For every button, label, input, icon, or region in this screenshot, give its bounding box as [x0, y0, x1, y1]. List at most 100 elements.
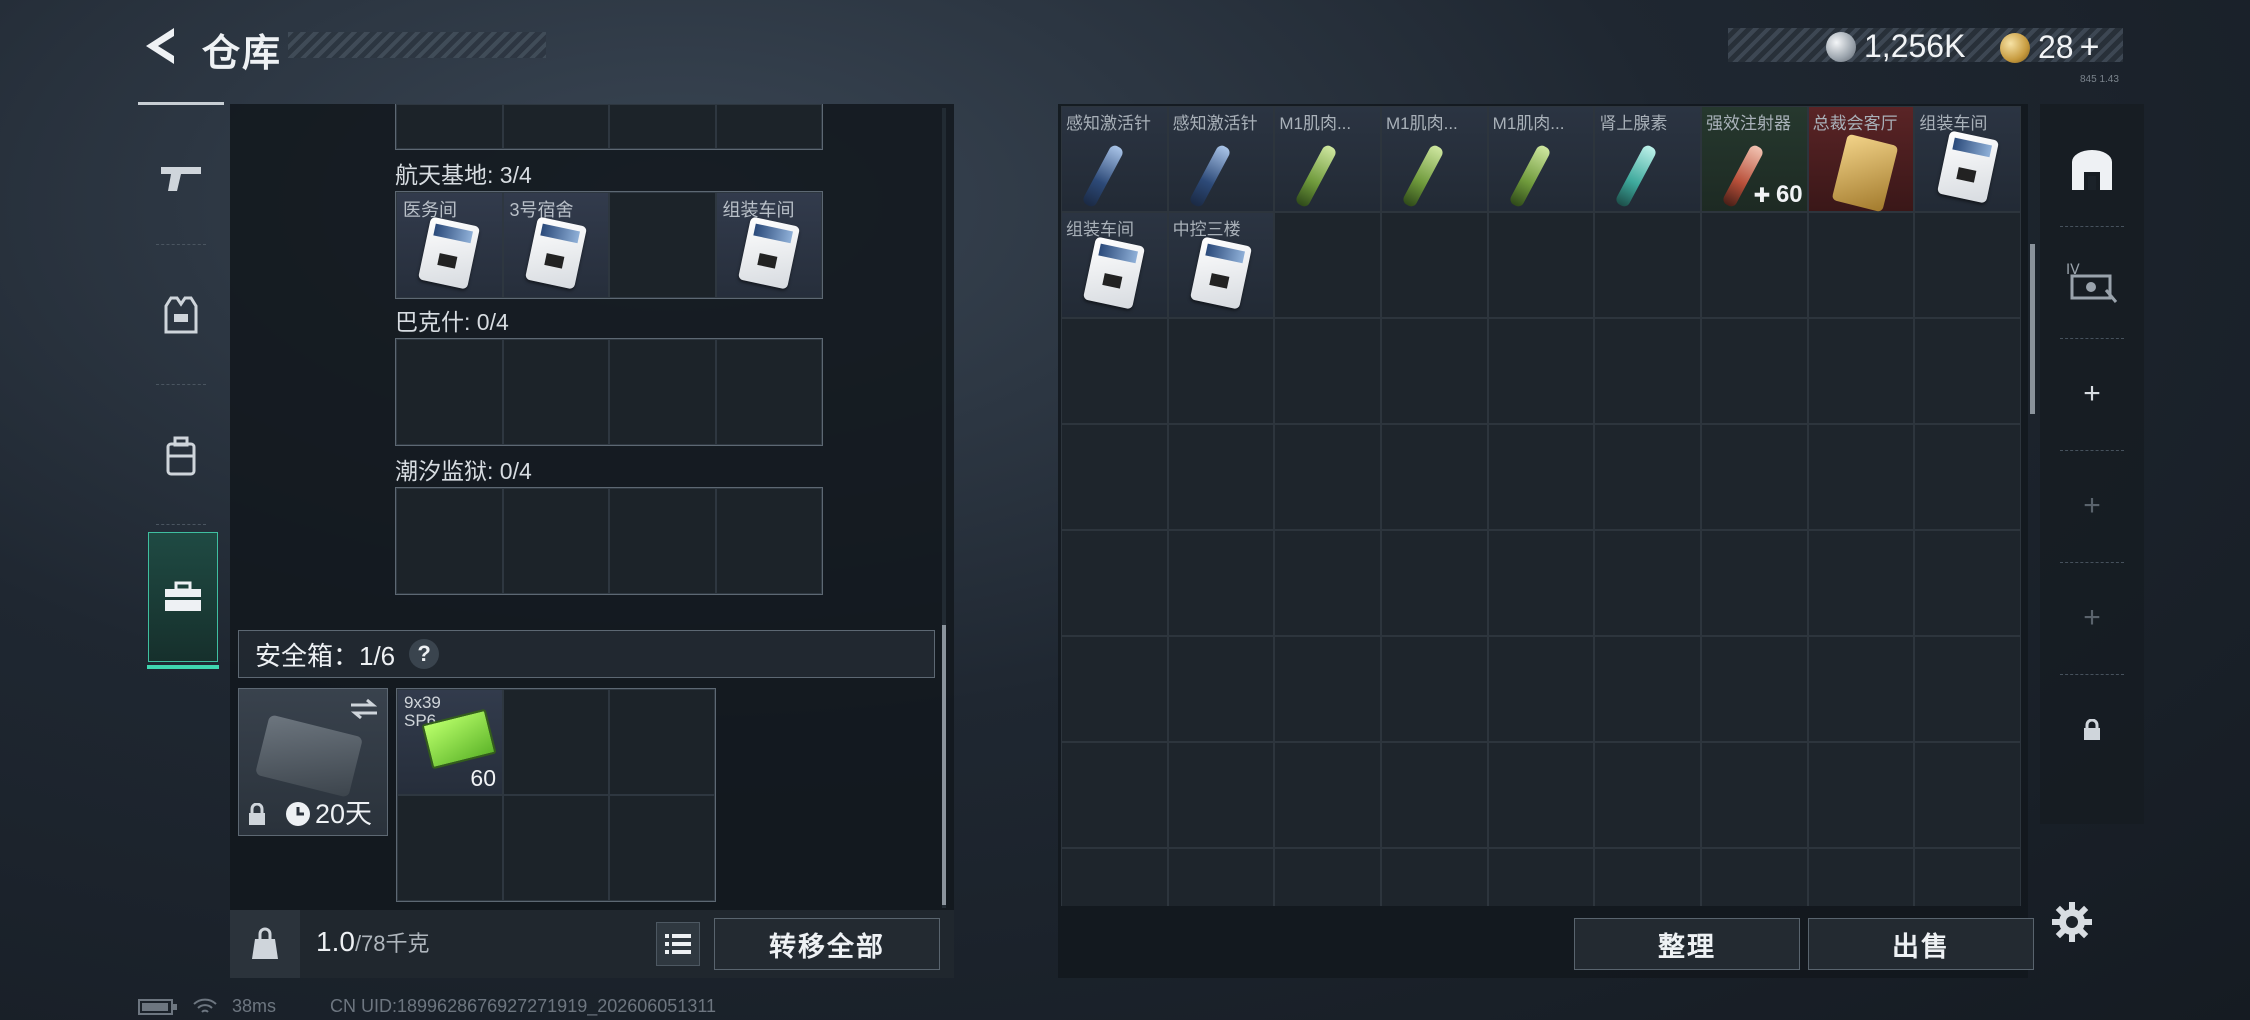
currency-gold[interactable]: 28 +: [2000, 28, 2099, 67]
stash-slot[interactable]: [1914, 742, 2021, 848]
stash-slot[interactable]: [1487, 424, 1595, 530]
key-slot[interactable]: [502, 339, 609, 445]
arrange-button[interactable]: 整理: [1574, 918, 1800, 970]
stash-item[interactable]: 组装车间: [1914, 106, 2021, 212]
stash-slot[interactable]: [1487, 530, 1595, 636]
stash-slot[interactable]: [1487, 212, 1595, 318]
key-slot[interactable]: [609, 104, 716, 149]
stash-item[interactable]: M1肌肉...: [1487, 106, 1595, 212]
stash-slot[interactable]: [1380, 530, 1488, 636]
key-slot[interactable]: [715, 488, 822, 594]
stash-slot[interactable]: [1594, 212, 1701, 318]
key-slot[interactable]: 3号宿舍: [502, 192, 609, 298]
help-icon[interactable]: ?: [409, 639, 440, 669]
stash-slot[interactable]: [1807, 318, 1915, 424]
safebox-slot[interactable]: [397, 795, 503, 901]
key-slot[interactable]: [396, 488, 503, 594]
stash-slot[interactable]: [1061, 636, 1168, 742]
stash-slot[interactable]: [1914, 530, 2021, 636]
stash-item[interactable]: 总裁会客厅: [1807, 106, 1915, 213]
stash-slot[interactable]: [1061, 530, 1168, 636]
stash-slot[interactable]: [1700, 636, 1808, 742]
weight-lock-button[interactable]: [230, 910, 300, 978]
safebox-slot[interactable]: [609, 689, 715, 795]
safebox-slot[interactable]: [503, 689, 609, 795]
stash-slot[interactable]: [1274, 318, 1381, 424]
tab-toolbox[interactable]: [147, 532, 219, 669]
stash-slot[interactable]: [1274, 212, 1381, 318]
stash-item[interactable]: 感知激活针: [1167, 106, 1275, 212]
stash-slot[interactable]: [1380, 742, 1488, 848]
stash-slot[interactable]: [1061, 318, 1168, 424]
stash-slot[interactable]: [1594, 424, 1701, 530]
stash-slot[interactable]: [1380, 636, 1488, 742]
stash-slot[interactable]: [1061, 848, 1168, 906]
stash-slot[interactable]: [1914, 424, 2021, 530]
stash-slot[interactable]: [1700, 848, 1808, 906]
transfer-all-button[interactable]: 转移全部: [714, 918, 940, 970]
stash-item[interactable]: 组装车间: [1061, 212, 1168, 318]
stash-slot[interactable]: [1700, 530, 1808, 636]
stash-slot[interactable]: [1487, 318, 1595, 424]
stash-slot[interactable]: [1594, 848, 1701, 906]
stash-slot[interactable]: [1807, 636, 1915, 742]
stash-slot[interactable]: [1274, 424, 1381, 530]
stash-slot[interactable]: [1594, 636, 1701, 742]
left-scroll-thumb[interactable]: [942, 625, 946, 905]
swap-icon[interactable]: [349, 697, 379, 721]
safebox-slot[interactable]: [609, 795, 715, 901]
key-slot[interactable]: [396, 339, 503, 445]
settings-gear-icon[interactable]: [2050, 900, 2094, 944]
stash-scroll-thumb[interactable]: [2030, 244, 2035, 414]
stash-item[interactable]: M1肌肉...: [1274, 106, 1381, 212]
stash-slot[interactable]: [1167, 424, 1275, 530]
stash-slot[interactable]: [1807, 424, 1915, 530]
stash-item[interactable]: 肾上腺素: [1594, 106, 1701, 212]
stash-slot[interactable]: [1380, 212, 1488, 318]
stash-slot[interactable]: [1807, 530, 1915, 636]
stash-slot[interactable]: [1594, 742, 1701, 848]
add-stash-page-button[interactable]: +: [2040, 338, 2144, 450]
stash-slot[interactable]: [1167, 530, 1275, 636]
stash-slot[interactable]: [1914, 212, 2021, 318]
key-slot[interactable]: [609, 488, 716, 594]
stash-slot[interactable]: [1274, 742, 1381, 848]
key-slot[interactable]: [396, 104, 503, 149]
stash-item[interactable]: M1肌肉...: [1380, 106, 1488, 212]
stash-item[interactable]: 中控三楼: [1167, 212, 1275, 318]
stash-slot[interactable]: [1487, 742, 1595, 848]
stash-slot[interactable]: [1167, 318, 1275, 424]
stash-slot[interactable]: [1807, 742, 1915, 848]
ammo-slot[interactable]: 9x39 SP6 60: [397, 689, 503, 795]
stash-slot[interactable]: [1914, 848, 2021, 906]
stash-slot[interactable]: [1594, 530, 1701, 636]
stash-slot[interactable]: [1487, 848, 1595, 906]
stash-slot[interactable]: [1700, 424, 1808, 530]
stash-slot[interactable]: [1380, 424, 1488, 530]
stash-slot[interactable]: [1274, 530, 1381, 636]
add-currency-icon[interactable]: +: [2080, 28, 2100, 67]
stash-slot[interactable]: [1380, 848, 1488, 906]
stash-slot[interactable]: [1274, 636, 1381, 742]
stash-slot[interactable]: [1700, 742, 1808, 848]
back-arrow-icon[interactable]: [138, 24, 182, 68]
key-slot[interactable]: [502, 488, 609, 594]
stash-slot[interactable]: [1061, 424, 1168, 530]
key-slot[interactable]: 组装车间: [715, 192, 822, 298]
safebox-slot[interactable]: [503, 795, 609, 901]
stash-slot[interactable]: [1914, 636, 2021, 742]
key-slot[interactable]: [609, 339, 716, 445]
list-view-button[interactable]: [656, 922, 700, 966]
stash-item[interactable]: 感知激活针: [1061, 106, 1168, 212]
stash-slot[interactable]: [1380, 318, 1488, 424]
tab-backpack[interactable]: [138, 396, 224, 516]
key-slot[interactable]: [715, 339, 822, 445]
sell-button[interactable]: 出售: [1808, 918, 2034, 970]
stash-slot[interactable]: [1700, 318, 1808, 424]
stash-slot[interactable]: [1914, 318, 2021, 424]
stash-slot[interactable]: [1167, 742, 1275, 848]
stash-slot[interactable]: [1807, 848, 1915, 906]
stash-slot[interactable]: [1061, 742, 1168, 848]
stash-slot[interactable]: [1700, 212, 1808, 318]
tab-armor[interactable]: [138, 256, 224, 376]
